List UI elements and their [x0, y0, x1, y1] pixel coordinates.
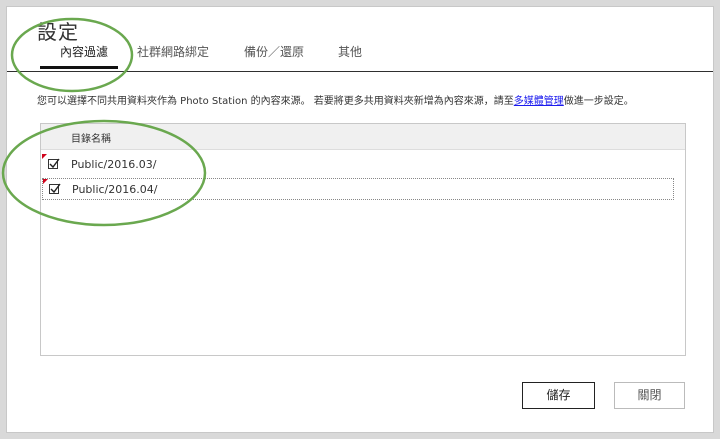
- tab-social-network-binding[interactable]: 社群網路綁定: [137, 43, 209, 69]
- tab-backup-restore[interactable]: 備份／還原: [244, 43, 304, 69]
- tab-divider: [7, 71, 713, 72]
- save-button[interactable]: 儲存: [522, 382, 595, 409]
- tab-label: 備份／還原: [244, 45, 305, 59]
- tab-other[interactable]: 其他: [338, 43, 362, 69]
- settings-dialog: 設定 內容過濾 社群網路綁定 備份／還原 其他 您可以選擇不同共用資料夾作為 P…: [6, 6, 714, 433]
- tab-content-filter[interactable]: 內容過濾: [40, 43, 119, 69]
- folder-path: Public/2016.03/: [71, 158, 157, 171]
- tab-label: 其他: [338, 45, 363, 59]
- modified-marker-icon: [42, 154, 47, 159]
- close-button[interactable]: 關閉: [614, 382, 685, 409]
- description-text: 您可以選擇不同共用資料夾作為 Photo Station 的內容來源。 若要將更…: [37, 96, 514, 107]
- active-tab-indicator: [40, 66, 119, 69]
- content-source-description: 您可以選擇不同共用資料夾作為 Photo Station 的內容來源。 若要將更…: [37, 92, 634, 107]
- tab-label: 內容過濾: [60, 45, 109, 59]
- multimedia-management-link[interactable]: 多媒體管理: [514, 96, 564, 107]
- checkmark-icon: [49, 158, 60, 169]
- column-header-directory-name[interactable]: 目錄名稱: [71, 130, 111, 145]
- folder-checkbox[interactable]: [49, 183, 61, 194]
- folder-path: Public/2016.04/: [72, 183, 158, 196]
- folder-list-header: 目錄名稱: [41, 124, 685, 150]
- folder-checkbox[interactable]: [48, 158, 60, 169]
- folder-row[interactable]: Public/2016.04/: [42, 178, 674, 200]
- checkmark-icon: [50, 183, 61, 194]
- dialog-title: 設定: [37, 20, 79, 44]
- folder-list: 目錄名稱 Public/2016.03/ Public/2016.04/: [40, 123, 686, 356]
- description-text-end: 做進一步設定。: [563, 96, 634, 107]
- tab-label: 社群網路綁定: [137, 45, 210, 59]
- modified-marker-icon: [43, 179, 48, 184]
- folder-row[interactable]: Public/2016.03/: [42, 154, 674, 176]
